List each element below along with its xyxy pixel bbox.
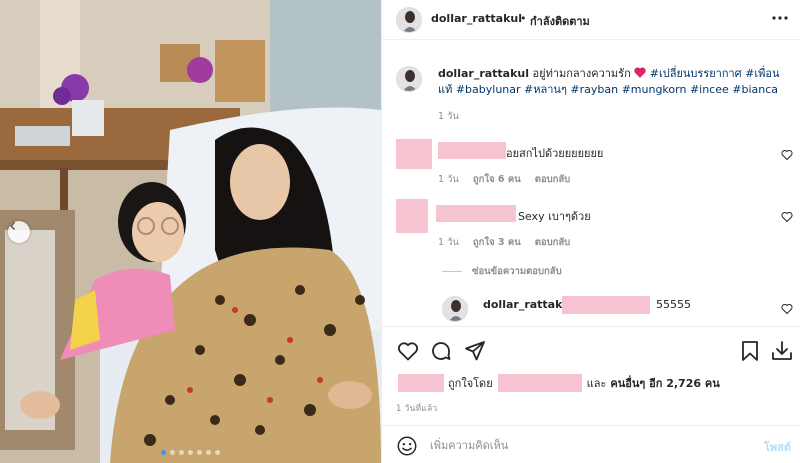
others-likes-link[interactable]: คนอื่นๆ อีก 2,726 คน (610, 374, 719, 392)
comment-text: Sexy เบาๆด้วย (518, 210, 591, 223)
hide-replies-button[interactable]: ซ่อนข้อความตอบกลับ (442, 264, 562, 279)
post-header: dollar_rattakul • กำลังติดตาม (382, 0, 800, 40)
reply-text: 55555 (656, 298, 691, 311)
caption-text: อยู่ท่ามกลางความรัก (532, 67, 631, 80)
comment-bubble-icon[interactable] (429, 339, 453, 363)
avatar-image (443, 297, 467, 321)
commenter-username-redacted[interactable] (436, 205, 516, 222)
more-horizontal-icon (772, 16, 788, 20)
post-caption: dollar_rattakul อยู่ท่ามกลางความรัก #เปล… (438, 66, 788, 98)
avatar-image (397, 8, 421, 32)
comment-text: อยสกไปด้วยยยยยยย (506, 147, 604, 160)
share-paper-plane-icon[interactable] (463, 339, 487, 363)
more-options-button[interactable] (771, 9, 789, 27)
caption-username-link[interactable]: dollar_rattakul (438, 67, 529, 80)
post-timestamp[interactable]: 1 วันที่แล้ว (396, 401, 437, 415)
like-comment-heart-icon[interactable] (781, 211, 793, 223)
comment-meta: 1 วัน ถูกใจ 3 คน ตอบกลับ (438, 235, 570, 250)
liked-by-label: ถูกใจโดย (448, 377, 493, 390)
post-photo[interactable] (0, 0, 381, 463)
post-action-bar (382, 326, 800, 376)
hashtag-link[interactable]: #rayban (570, 83, 618, 96)
caption-author-avatar[interactable] (396, 66, 422, 92)
comment-meta: 1 วัน ถูกใจ 6 คน ตอบกลับ (438, 172, 570, 187)
author-avatar[interactable] (396, 7, 422, 33)
carousel-dot (197, 450, 202, 455)
hashtag-link[interactable]: #babylunar (456, 83, 521, 96)
carousel-dot (179, 450, 184, 455)
hashtag-link[interactable]: #incee (690, 83, 729, 96)
comment-timestamp[interactable]: 1 วัน (438, 172, 459, 187)
comment-reply-button[interactable]: ตอบกลับ (535, 235, 571, 250)
hashtag-link[interactable]: #bianca (732, 83, 778, 96)
mentioned-user-redacted[interactable] (562, 296, 650, 314)
author-username-link[interactable]: dollar_rattakul (431, 12, 522, 25)
carousel-dot (170, 450, 175, 455)
emoji-picker-icon[interactable] (396, 435, 418, 457)
carousel-prev-button[interactable] (8, 221, 30, 243)
carousel-dot (215, 450, 220, 455)
carousel-dot (161, 450, 166, 455)
carousel-indicators (0, 450, 381, 455)
hashtag-link[interactable]: #mungkorn (622, 83, 687, 96)
reply-author-avatar[interactable] (442, 296, 468, 322)
post-details-panel: dollar_rattakul • กำลังติดตาม dollar_rat… (381, 0, 800, 463)
reply-username-link[interactable]: dollar_rattakul (483, 298, 574, 311)
hide-replies-divider (442, 271, 462, 272)
comment-composer: โพสต์ (382, 425, 800, 463)
like-reply-heart-icon[interactable] (781, 303, 793, 315)
commenter-username-redacted[interactable] (438, 142, 506, 159)
following-button[interactable]: กำลังติดตาม (530, 12, 590, 30)
like-post-heart-icon[interactable] (396, 339, 420, 363)
liker-avatar-redacted[interactable] (398, 374, 444, 392)
commenter-avatar-redacted[interactable] (396, 199, 428, 233)
hashtag-link[interactable]: #เปลี่ยนบรรยากาศ (650, 67, 742, 80)
comment-likes-count[interactable]: ถูกใจ 3 คน (473, 235, 521, 250)
add-comment-input[interactable] (430, 436, 730, 454)
download-icon[interactable] (770, 339, 794, 363)
carousel-dot (188, 450, 193, 455)
carousel-dot (206, 450, 211, 455)
comment-reply-button[interactable]: ตอบกลับ (535, 172, 571, 187)
hashtag-link[interactable]: #หลานๆ (524, 83, 567, 96)
avatar-image (397, 67, 421, 91)
likes-summary: ถูกใจโดย และ คนอื่นๆ อีก 2,726 คน (398, 374, 720, 392)
red-heart-emoji-icon (634, 67, 646, 78)
like-comment-heart-icon[interactable] (781, 149, 793, 161)
header-separator: • (520, 12, 527, 25)
caption-timestamp[interactable]: 1 วัน (438, 109, 459, 124)
save-bookmark-icon[interactable] (738, 339, 762, 363)
liker-username-redacted[interactable] (497, 374, 582, 392)
commenter-avatar-redacted[interactable] (396, 139, 432, 169)
hide-replies-label: ซ่อนข้อความตอบกลับ (472, 266, 562, 277)
and-label: และ (586, 377, 607, 390)
comment-timestamp[interactable]: 1 วัน (438, 235, 459, 250)
post-comment-button[interactable]: โพสต์ (764, 438, 791, 456)
comment-likes-count[interactable]: ถูกใจ 6 คน (473, 172, 521, 187)
chevron-left-icon (9, 221, 16, 231)
photo-illustration (0, 0, 381, 463)
